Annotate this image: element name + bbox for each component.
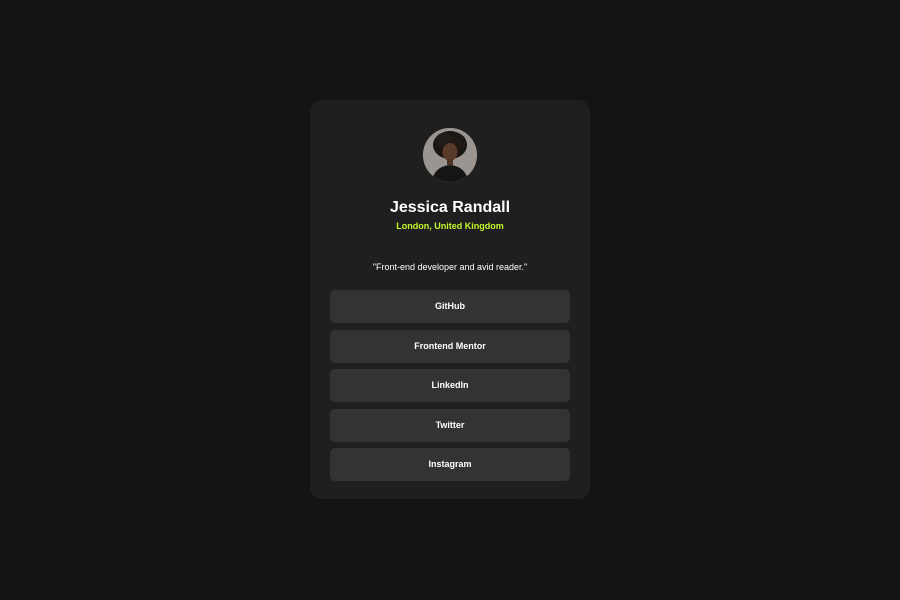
profile-bio: "Front-end developer and avid reader.": [372, 262, 528, 272]
list-item: Twitter: [330, 408, 570, 442]
linkedin-link-button[interactable]: LinkedIn: [330, 369, 570, 402]
github-link-button[interactable]: GitHub: [330, 290, 570, 323]
list-item: Frontend Mentor: [330, 329, 570, 363]
avatar: [423, 128, 477, 182]
list-item: GitHub: [330, 290, 570, 323]
profile-photo: [423, 128, 477, 182]
frontend-mentor-link-button[interactable]: Frontend Mentor: [330, 329, 570, 363]
twitter-link-button[interactable]: Twitter: [330, 408, 570, 442]
profile-location: London, United Kingdom: [396, 221, 504, 231]
profile-card: Jessica Randall London, United Kingdom "…: [310, 100, 590, 499]
list-item: Instagram: [330, 448, 570, 481]
social-links: GitHub Frontend Mentor LinkedIn Twitter …: [330, 290, 570, 488]
list-item: LinkedIn: [330, 369, 570, 402]
instagram-link-button[interactable]: Instagram: [330, 448, 570, 481]
profile-name: Jessica Randall: [389, 199, 511, 216]
